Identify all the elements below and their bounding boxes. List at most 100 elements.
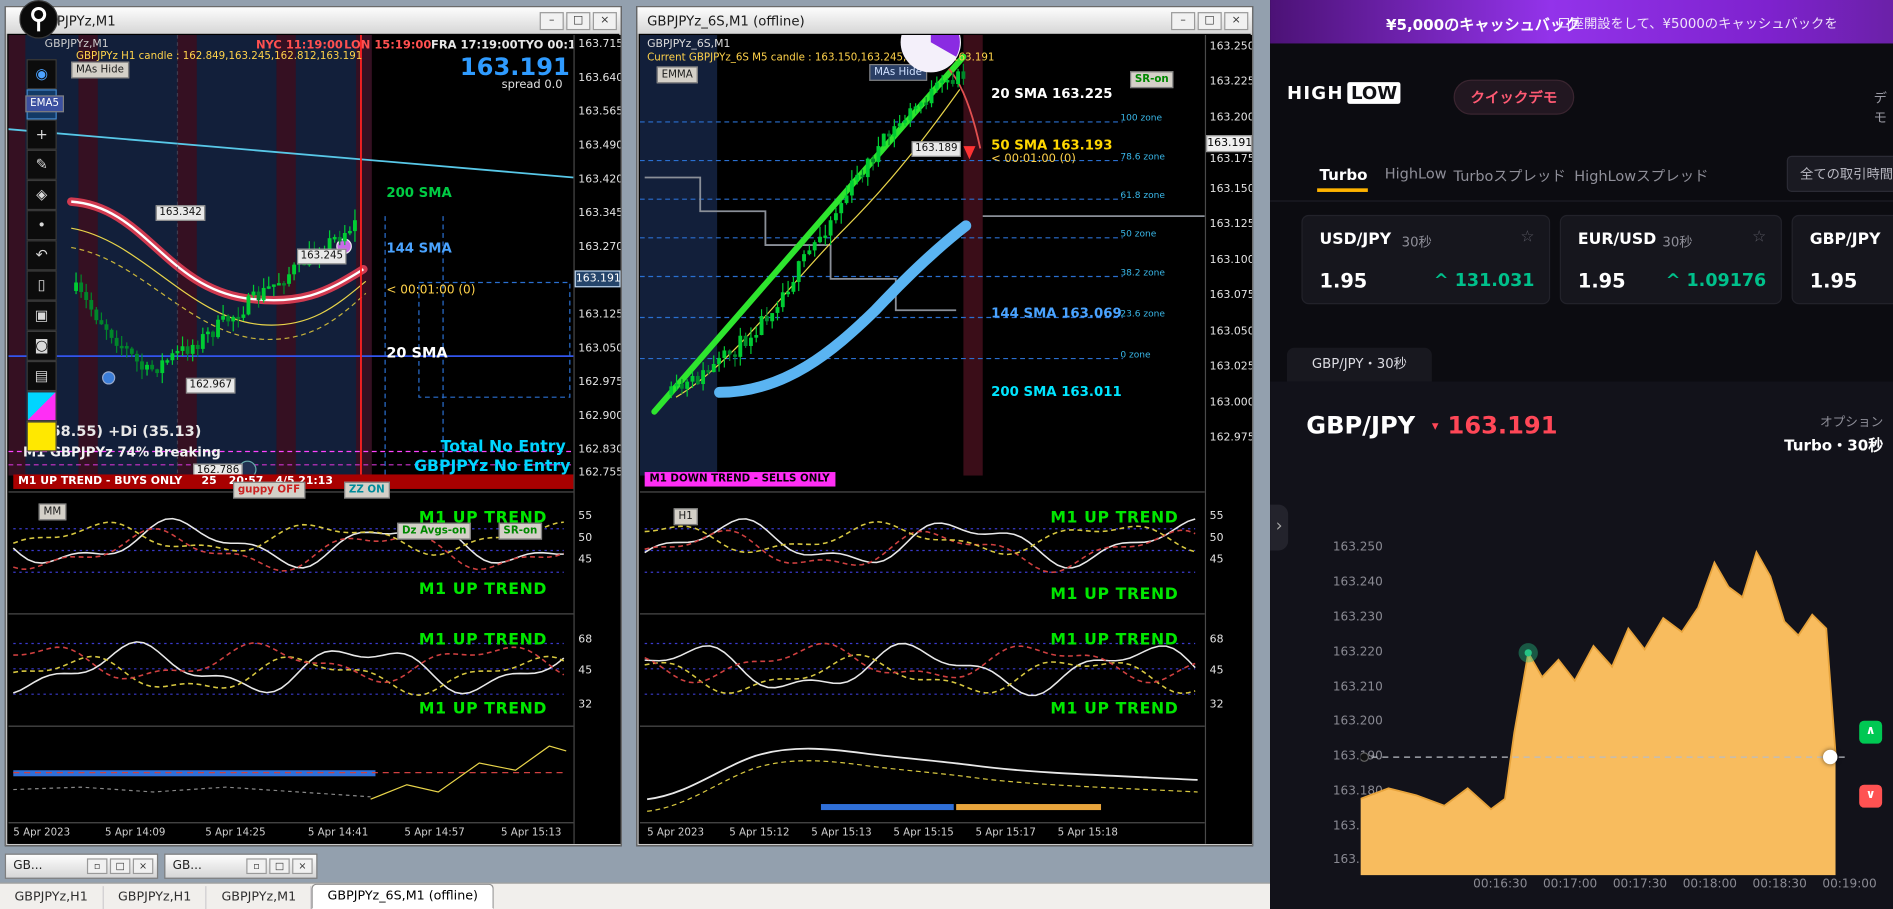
price-tick: 162.830 — [578, 444, 621, 457]
nav-turbo-spread[interactable]: Turboスプレッド — [1454, 165, 1566, 186]
trend-label: M1 UP TREND — [418, 580, 547, 599]
clipboard-icon[interactable]: ▤ — [26, 360, 57, 392]
fib-zone-label: 61.8 zone — [1120, 189, 1165, 201]
restore-icon[interactable]: ▫ — [86, 858, 108, 875]
trend-label: M1 UP TREND — [1050, 631, 1179, 650]
time-tick: 5 Apr 15:12 — [729, 826, 790, 840]
scroll-down-button[interactable]: ∨ — [1859, 784, 1883, 808]
sma-20-label: 20 SMA — [386, 344, 448, 361]
monitor-icon[interactable]: ▣ — [26, 300, 57, 331]
fib-zone-label: 78.6 zone — [1120, 150, 1165, 162]
osc-tick: 68 — [578, 633, 593, 646]
color-swatch-icon[interactable] — [26, 391, 57, 422]
promo-banner[interactable]: ¥5,000のキャッシュバック 口座開設をして、¥5000のキャッシュバックを — [1270, 0, 1893, 44]
nav-highlow[interactable]: HighLow — [1385, 165, 1447, 182]
close-icon[interactable]: × — [592, 11, 617, 30]
close-icon[interactable]: × — [132, 858, 154, 875]
close-icon[interactable]: × — [1224, 11, 1249, 30]
asset-card-eurusd[interactable]: EUR/USD 30秒 ☆ 1.95 ^ 1.09176 — [1559, 214, 1782, 305]
crosshair-icon[interactable]: + — [26, 119, 57, 150]
x-axis-label: 00:17:30 — [1612, 877, 1668, 891]
active-instrument-tab[interactable]: GBP/JPY・30秒 — [1286, 347, 1432, 382]
osc-tick: 45 — [1209, 665, 1224, 678]
asset-card-gbpjpy[interactable]: GBP/JPY 1.95 — [1791, 214, 1893, 305]
price-tick: 163.250 — [1209, 41, 1252, 54]
logo-high: HIGH — [1286, 82, 1344, 104]
emma-button[interactable]: EMMA — [656, 66, 698, 84]
promo-bold-text: ¥5,000のキャッシュバック — [1385, 15, 1581, 34]
camera-icon[interactable]: ◙ — [26, 330, 57, 361]
tab-gbpjpy-h1[interactable]: GBPJPYz,H1 — [0, 886, 104, 909]
x-axis-label: 00:16:30 — [1473, 877, 1528, 891]
card-payout: 1.95 — [1319, 269, 1368, 293]
card-price: ^ 131.031 — [1434, 272, 1535, 291]
dot-icon[interactable]: • — [26, 210, 57, 241]
price-tick: 163.175 — [1209, 153, 1252, 166]
star-icon[interactable]: ☆ — [1520, 228, 1534, 246]
eye-icon[interactable]: ◉ — [26, 59, 57, 90]
minimized-window[interactable]: GB... ▫ □ × — [4, 853, 159, 879]
minimized-window[interactable]: GB... ▫ □ × — [164, 853, 318, 879]
sr-toggle[interactable]: SR-on — [1130, 71, 1174, 89]
tab-gbpjpy-m1[interactable]: GBPJPYz,M1 — [207, 886, 312, 909]
option-value: Turbo・30秒 — [1784, 435, 1884, 454]
minimize-icon[interactable]: – — [1171, 11, 1196, 30]
quick-demo-button[interactable]: クイックデモ — [1453, 79, 1575, 115]
close-icon[interactable]: × — [292, 858, 313, 875]
trend-bar-text: M1 UP TREND - BUYS ONLY — [18, 475, 183, 488]
card-price-value: 1.09176 — [1686, 271, 1767, 291]
window-titlebar[interactable]: GBPJPYz_6S,M1 (offline) – □ × — [637, 7, 1252, 34]
window-title: GBPJPYz_6S,M1 (offline) — [647, 12, 805, 29]
price-tick: 163.000 — [1209, 397, 1252, 410]
ema5-badge[interactable]: EMA5 — [25, 95, 64, 113]
mas-hide-button[interactable]: MAs Hide — [71, 61, 129, 79]
screen: GBPJPYz,M1 – □ × NYC 11:19:00 LON 15:19:… — [0, 0, 1893, 909]
tab-gbpjpy-6s-m1[interactable]: GBPJPYz_6S,M1 (offline) — [311, 883, 494, 909]
trade-time-filter[interactable]: 全ての取引時間 — [1786, 155, 1893, 192]
star-icon[interactable]: ☆ — [1752, 228, 1766, 246]
app-logo-pin-icon — [19, 0, 58, 39]
price-tick: 162.975 — [1209, 432, 1252, 445]
price-tick: 163.050 — [578, 342, 621, 355]
minimize-icon[interactable]: – — [539, 11, 564, 30]
asset-card-usdjpy[interactable]: USD/JPY 30秒 ☆ 1.95 ^ 131.031 — [1301, 214, 1551, 305]
nav-highlow-spread[interactable]: HighLowスプレッド — [1574, 165, 1708, 186]
price-down-icon: ▾ — [1431, 417, 1439, 434]
current-price-big: 163.191 — [459, 51, 570, 81]
drawing-toolbar: ◉ ⇖ + ✎ ◈ • ↶ ▯ ▣ ◙ ▤ — [26, 59, 57, 452]
x-axis-label: 00:18:30 — [1752, 877, 1807, 891]
undo-icon[interactable]: ↶ — [26, 240, 57, 271]
shapes-icon[interactable]: ◈ — [26, 179, 57, 211]
spread-label: spread 0.0 — [501, 78, 563, 92]
restore-icon[interactable]: □ — [566, 11, 591, 30]
osc-tick: 45 — [578, 665, 593, 678]
guppy-toggle[interactable]: guppy OFF — [233, 481, 306, 499]
minimized-title: GB... — [13, 859, 43, 873]
price-scale: 163.715 163.640 163.565 163.490 163.420 … — [573, 35, 621, 844]
tab-gbpjpy-h1-2[interactable]: GBPJPYz,H1 — [103, 886, 207, 909]
candlestick-chart — [639, 35, 1205, 476]
window-titlebar[interactable]: GBPJPYz,M1 – □ × — [6, 7, 621, 34]
restore-icon[interactable]: □ — [1197, 11, 1222, 30]
card-price: ^ 1.09176 — [1666, 272, 1767, 291]
chart-tab-bar: GBPJPYz,H1 GBPJPYz,H1 GBPJPYz,M1 GBPJPYz… — [0, 882, 1271, 909]
yellow-swatch-icon[interactable] — [26, 421, 57, 452]
price-line-handle[interactable] — [1822, 749, 1838, 765]
price-tick: 163.125 — [1209, 218, 1252, 231]
delete-icon[interactable]: ▯ — [26, 270, 57, 301]
x-axis-label: 00:19:00 — [1822, 877, 1877, 891]
maximize-icon[interactable]: □ — [109, 858, 131, 875]
zigzag-toggle[interactable]: ZZ ON — [344, 481, 390, 499]
osc-tick: 32 — [578, 699, 593, 712]
chart-window-2: GBPJPYz_6S,M1 (offline) – □ × GBPJPYz_6S… — [636, 6, 1254, 847]
h1-button[interactable]: H1 — [673, 508, 698, 526]
pair-price: 163.191 — [1447, 410, 1558, 440]
maximize-icon[interactable]: □ — [269, 858, 290, 875]
nav-turbo[interactable]: Turbo — [1320, 165, 1368, 183]
restore-icon[interactable]: ▫ — [246, 858, 267, 875]
pencil-icon[interactable]: ✎ — [26, 149, 57, 180]
mm-button[interactable]: MM — [38, 503, 67, 521]
oscillator-panel-3 — [8, 725, 574, 820]
collapse-panel-button[interactable]: › — [1270, 504, 1289, 551]
scroll-up-button[interactable]: ∧ — [1859, 720, 1883, 744]
